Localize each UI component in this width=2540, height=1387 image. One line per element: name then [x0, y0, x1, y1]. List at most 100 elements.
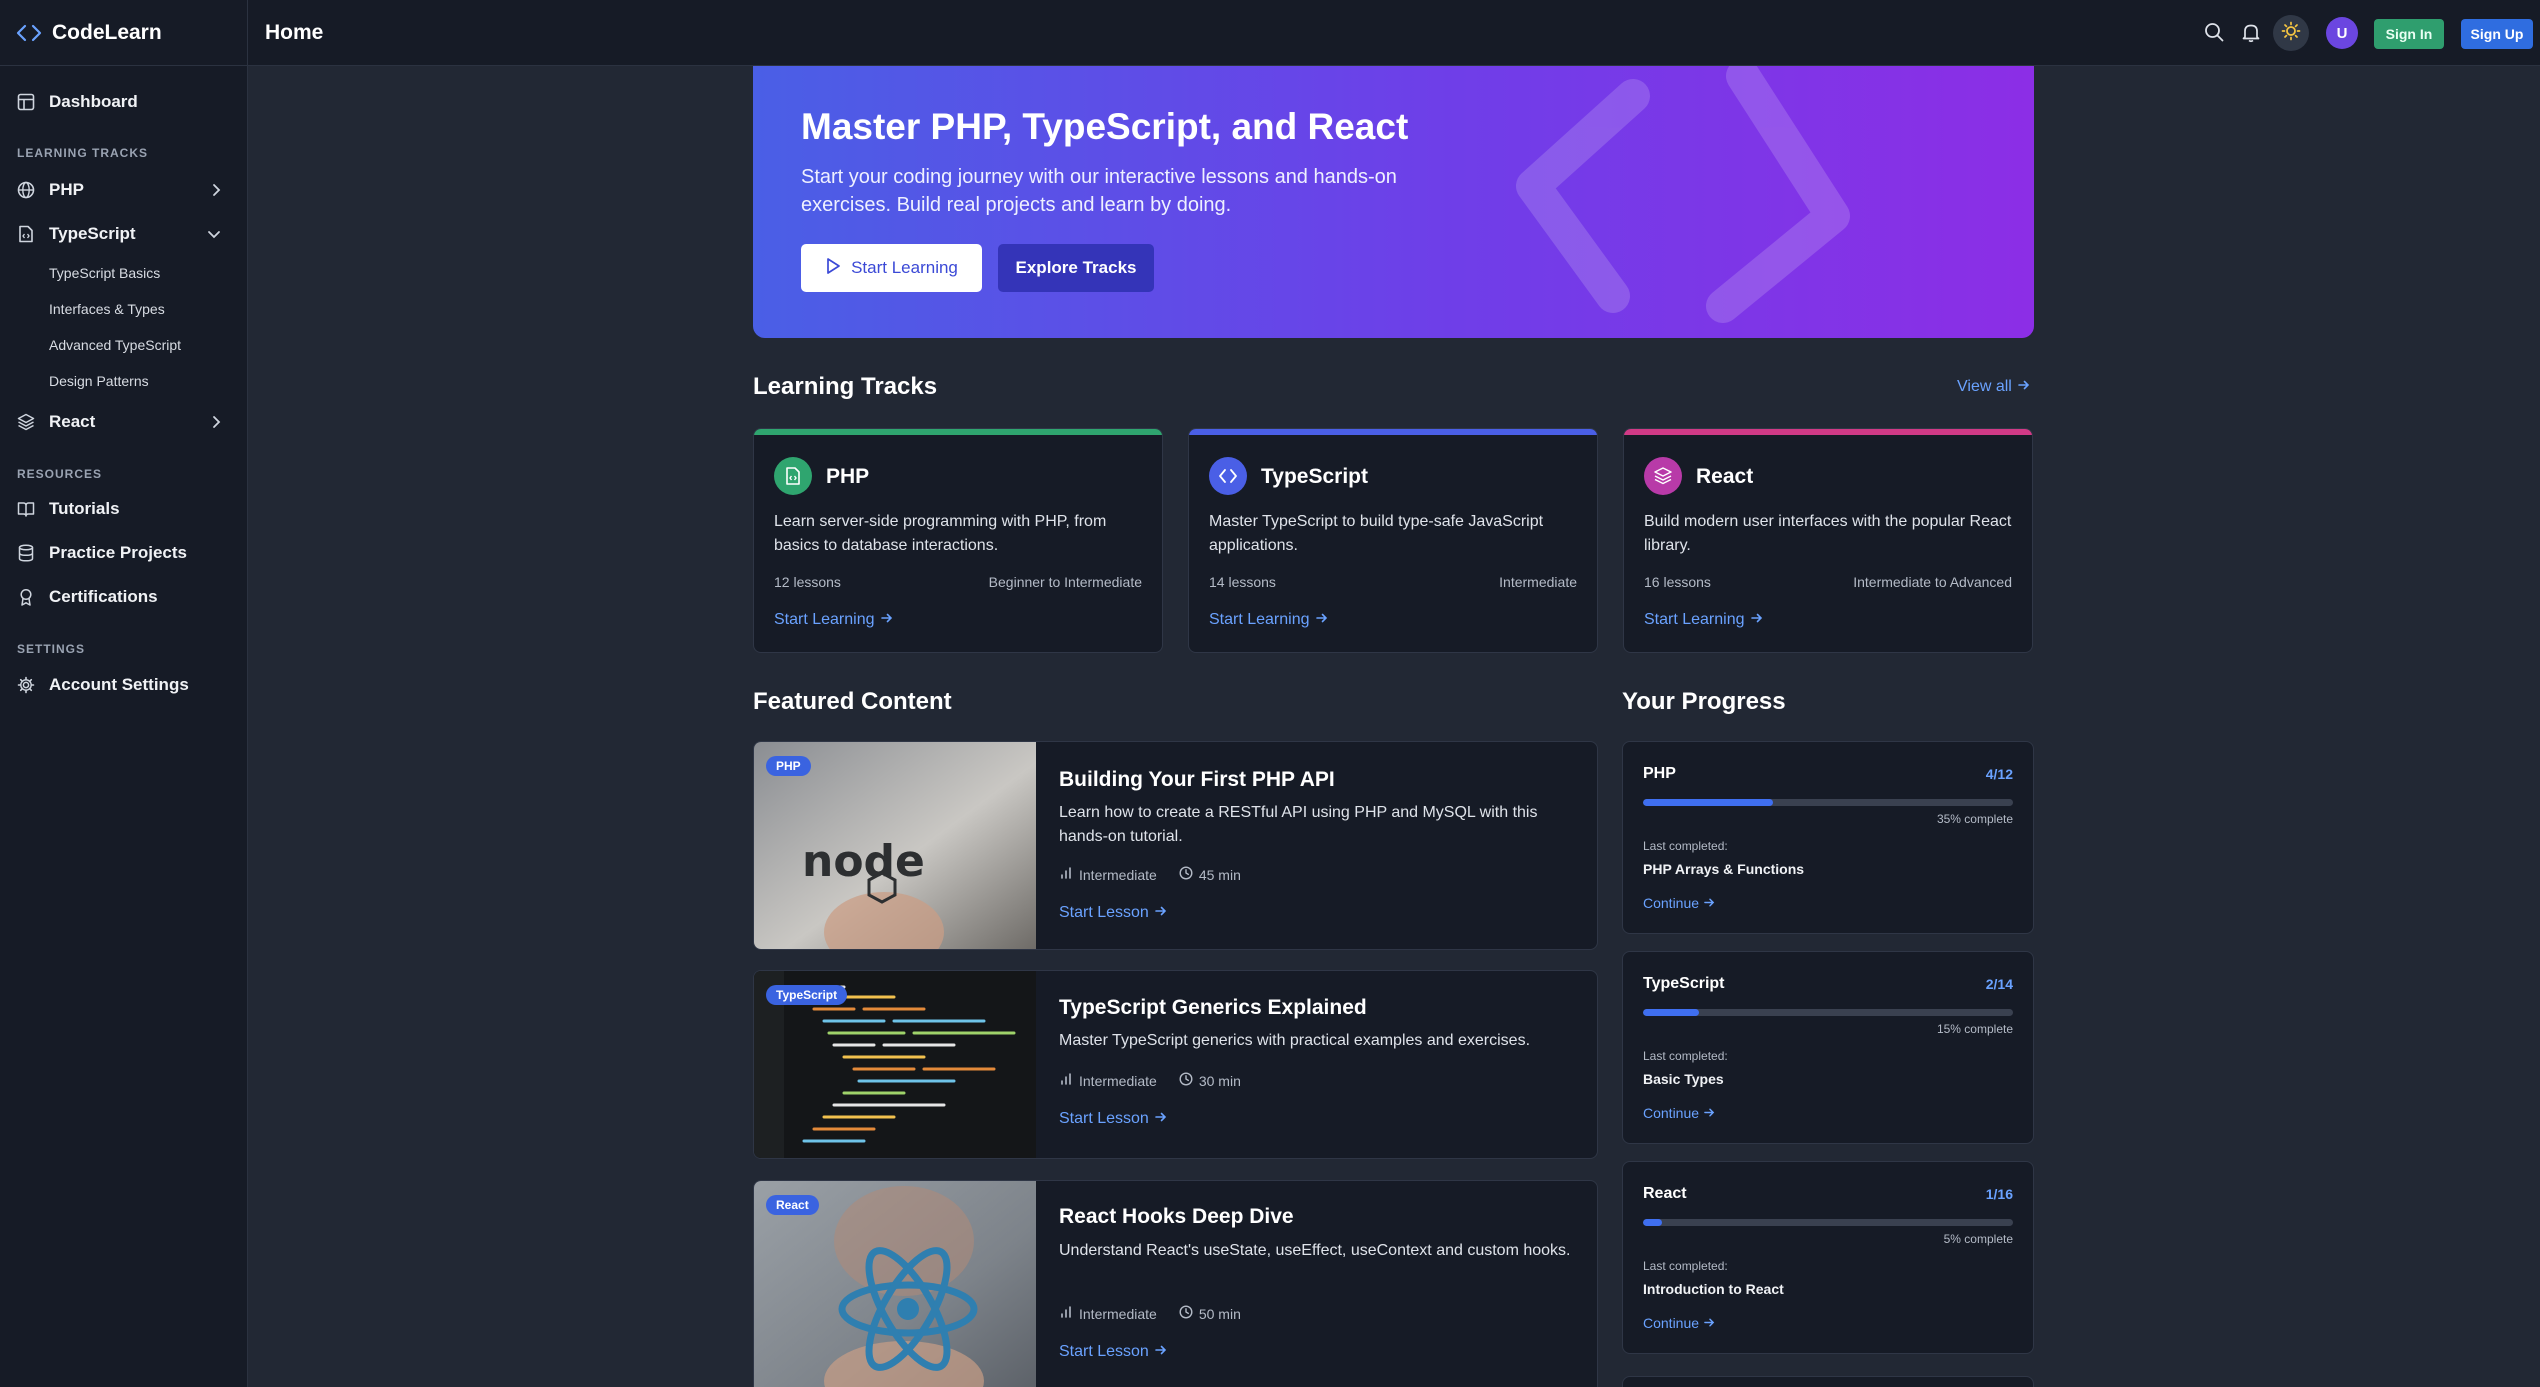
sidebar-item-label: Account Settings: [49, 675, 189, 694]
last-completed-label: Last completed:: [1643, 1259, 1728, 1273]
sidebar-item-certifications[interactable]: Certifications: [0, 579, 247, 615]
start-lesson-link[interactable]: Start Lesson: [1059, 1343, 1167, 1361]
continue-link[interactable]: Continue: [1643, 1105, 1715, 1121]
link-label: Start Learning: [774, 611, 875, 628]
sidebar-item-typescript[interactable]: TypeScript: [0, 216, 247, 252]
progress-bar: [1643, 1219, 2013, 1226]
sidebar-subitem[interactable]: Advanced TypeScript: [49, 337, 181, 353]
featured-card-php-api[interactable]: node PHP Building Your First PHP API Lea…: [753, 741, 1598, 950]
track-lessons: 12 lessons: [774, 574, 841, 590]
layers-icon: [17, 413, 35, 431]
link-label: Start Learning: [1209, 611, 1310, 628]
top-header: Home U Sign In Sign Up: [248, 0, 2540, 66]
lesson-description: Learn how to create a RESTful API using …: [1059, 804, 1538, 845]
globe-icon: [17, 181, 35, 199]
track-card-php[interactable]: PHP Learn server-side programming with P…: [753, 428, 1163, 653]
search-icon[interactable]: [2203, 21, 2225, 48]
lesson-meta: Intermediate 45 min: [1059, 866, 1241, 883]
lesson-duration: 50 min: [1198, 1305, 1241, 1322]
progress-bar: [1643, 1009, 2013, 1016]
sidebar-subitem[interactable]: Interfaces & Types: [49, 301, 165, 317]
code-brackets-decoration-icon: [1516, 66, 1850, 323]
start-learning-link[interactable]: Start Learning: [774, 611, 893, 629]
file-code-icon: [774, 457, 812, 495]
sidebar-item-php[interactable]: PHP: [0, 172, 247, 208]
lesson-meta: Intermediate 50 min: [1059, 1305, 1241, 1322]
start-lesson-link[interactable]: Start Lesson: [1059, 1110, 1167, 1128]
lesson-title: Building Your First PHP API: [1059, 768, 1335, 791]
track-card-typescript[interactable]: TypeScript Master TypeScript to build ty…: [1188, 428, 1598, 653]
category-badge: TypeScript: [766, 985, 848, 1005]
chevron-down-icon: [207, 229, 221, 239]
chevron-right-icon: [211, 183, 221, 197]
sun-icon: [2281, 21, 2301, 46]
last-completed-lesson: Introduction to React: [1643, 1281, 1784, 1297]
start-learning-link[interactable]: Start Learning: [1209, 611, 1328, 629]
arrow-right-icon: [1704, 895, 1715, 911]
hero-description: Start your coding journey with our inter…: [801, 166, 1397, 216]
explore-tracks-button[interactable]: Explore Tracks: [998, 244, 1154, 292]
sidebar-item-label: PHP: [49, 180, 84, 199]
lesson-duration: 45 min: [1198, 866, 1241, 883]
theme-toggle-button[interactable]: [2273, 15, 2309, 51]
hero-banner: Master PHP, TypeScript, and React Start …: [753, 66, 2034, 338]
lesson-description: Understand React's useState, useEffect, …: [1059, 1242, 1571, 1259]
featured-card-react-hooks[interactable]: React React Hooks Deep Dive Understand R…: [753, 1180, 1598, 1387]
code-brackets-icon: [1209, 457, 1247, 495]
progress-fill: [1643, 1009, 1699, 1016]
bell-icon[interactable]: [2240, 21, 2262, 48]
track-card-react[interactable]: React Build modern user interfaces with …: [1623, 428, 2033, 653]
start-learning-link[interactable]: Start Learning: [1644, 611, 1763, 629]
link-label: View all: [1957, 378, 2012, 395]
track-lessons: 14 lessons: [1209, 574, 1276, 590]
your-progress-heading: Your Progress: [1622, 688, 1786, 715]
brand[interactable]: CodeLearn: [0, 0, 247, 66]
chevron-right-icon: [211, 415, 221, 429]
sidebar-item-label: Dashboard: [49, 92, 138, 111]
arrow-right-icon: [880, 611, 893, 629]
lesson-title: React Hooks Deep Dive: [1059, 1205, 1294, 1228]
sidebar-item-tutorials[interactable]: Tutorials: [0, 491, 247, 527]
track-name: PHP: [826, 465, 870, 488]
progress-track-name: TypeScript: [1643, 975, 1725, 992]
track-accent-bar: [754, 429, 1162, 435]
continue-link[interactable]: Continue: [1643, 895, 1715, 911]
avatar[interactable]: U: [2326, 17, 2358, 49]
sidebar-item-account-settings[interactable]: Account Settings: [0, 667, 247, 703]
sign-in-button[interactable]: Sign In: [2374, 19, 2444, 49]
learning-tracks-heading: Learning Tracks: [753, 373, 938, 400]
sidebar-item-dashboard[interactable]: Dashboard: [0, 84, 247, 120]
arrow-right-icon: [1155, 1110, 1167, 1128]
track-level: Intermediate to Advanced: [1853, 574, 2012, 590]
lesson-meta: Intermediate 30 min: [1059, 1072, 1241, 1089]
progress-percent: 35% complete: [1936, 812, 2013, 826]
featured-card-typescript-generics[interactable]: TypeScript TypeScript Generics Explained…: [753, 970, 1598, 1159]
track-accent-bar: [1624, 429, 2032, 435]
section-settings: SETTINGS: [17, 642, 86, 656]
continue-link[interactable]: Continue: [1643, 1315, 1715, 1331]
sidebar-subitem[interactable]: Design Patterns: [49, 373, 149, 389]
hero-title: Master PHP, TypeScript, and React: [801, 106, 1409, 147]
progress-card-react: React 1/16 5% complete Last completed: I…: [1622, 1161, 2034, 1354]
link-label: Start Lesson: [1059, 1343, 1149, 1360]
lesson-level: Intermediate: [1079, 1072, 1157, 1089]
start-learning-button[interactable]: Start Learning: [801, 244, 982, 292]
view-all-link[interactable]: View all: [1957, 378, 2030, 396]
progress-card-php: PHP 4/12 35% complete Last completed: PH…: [1622, 741, 2034, 934]
lesson-duration: 30 min: [1198, 1072, 1241, 1089]
track-description: Build modern user interfaces with the po…: [1644, 513, 2012, 554]
arrow-right-icon: [1315, 611, 1328, 629]
category-badge: PHP: [766, 756, 811, 776]
progress-bar: [1643, 799, 2013, 806]
sidebar-subitem[interactable]: TypeScript Basics: [49, 265, 160, 281]
sidebar-item-practice-projects[interactable]: Practice Projects: [0, 535, 247, 571]
start-lesson-link[interactable]: Start Lesson: [1059, 904, 1167, 922]
sign-up-button[interactable]: Sign Up: [2461, 19, 2533, 49]
award-icon: [17, 588, 35, 606]
sidebar-item-react[interactable]: React: [0, 404, 247, 440]
lesson-thumbnail: TypeScript: [754, 971, 1036, 1158]
arrow-right-icon: [1155, 1343, 1167, 1361]
category-badge: React: [766, 1195, 819, 1215]
bar-chart-icon: [1059, 866, 1073, 883]
progress-track-name: React: [1643, 1185, 1687, 1202]
